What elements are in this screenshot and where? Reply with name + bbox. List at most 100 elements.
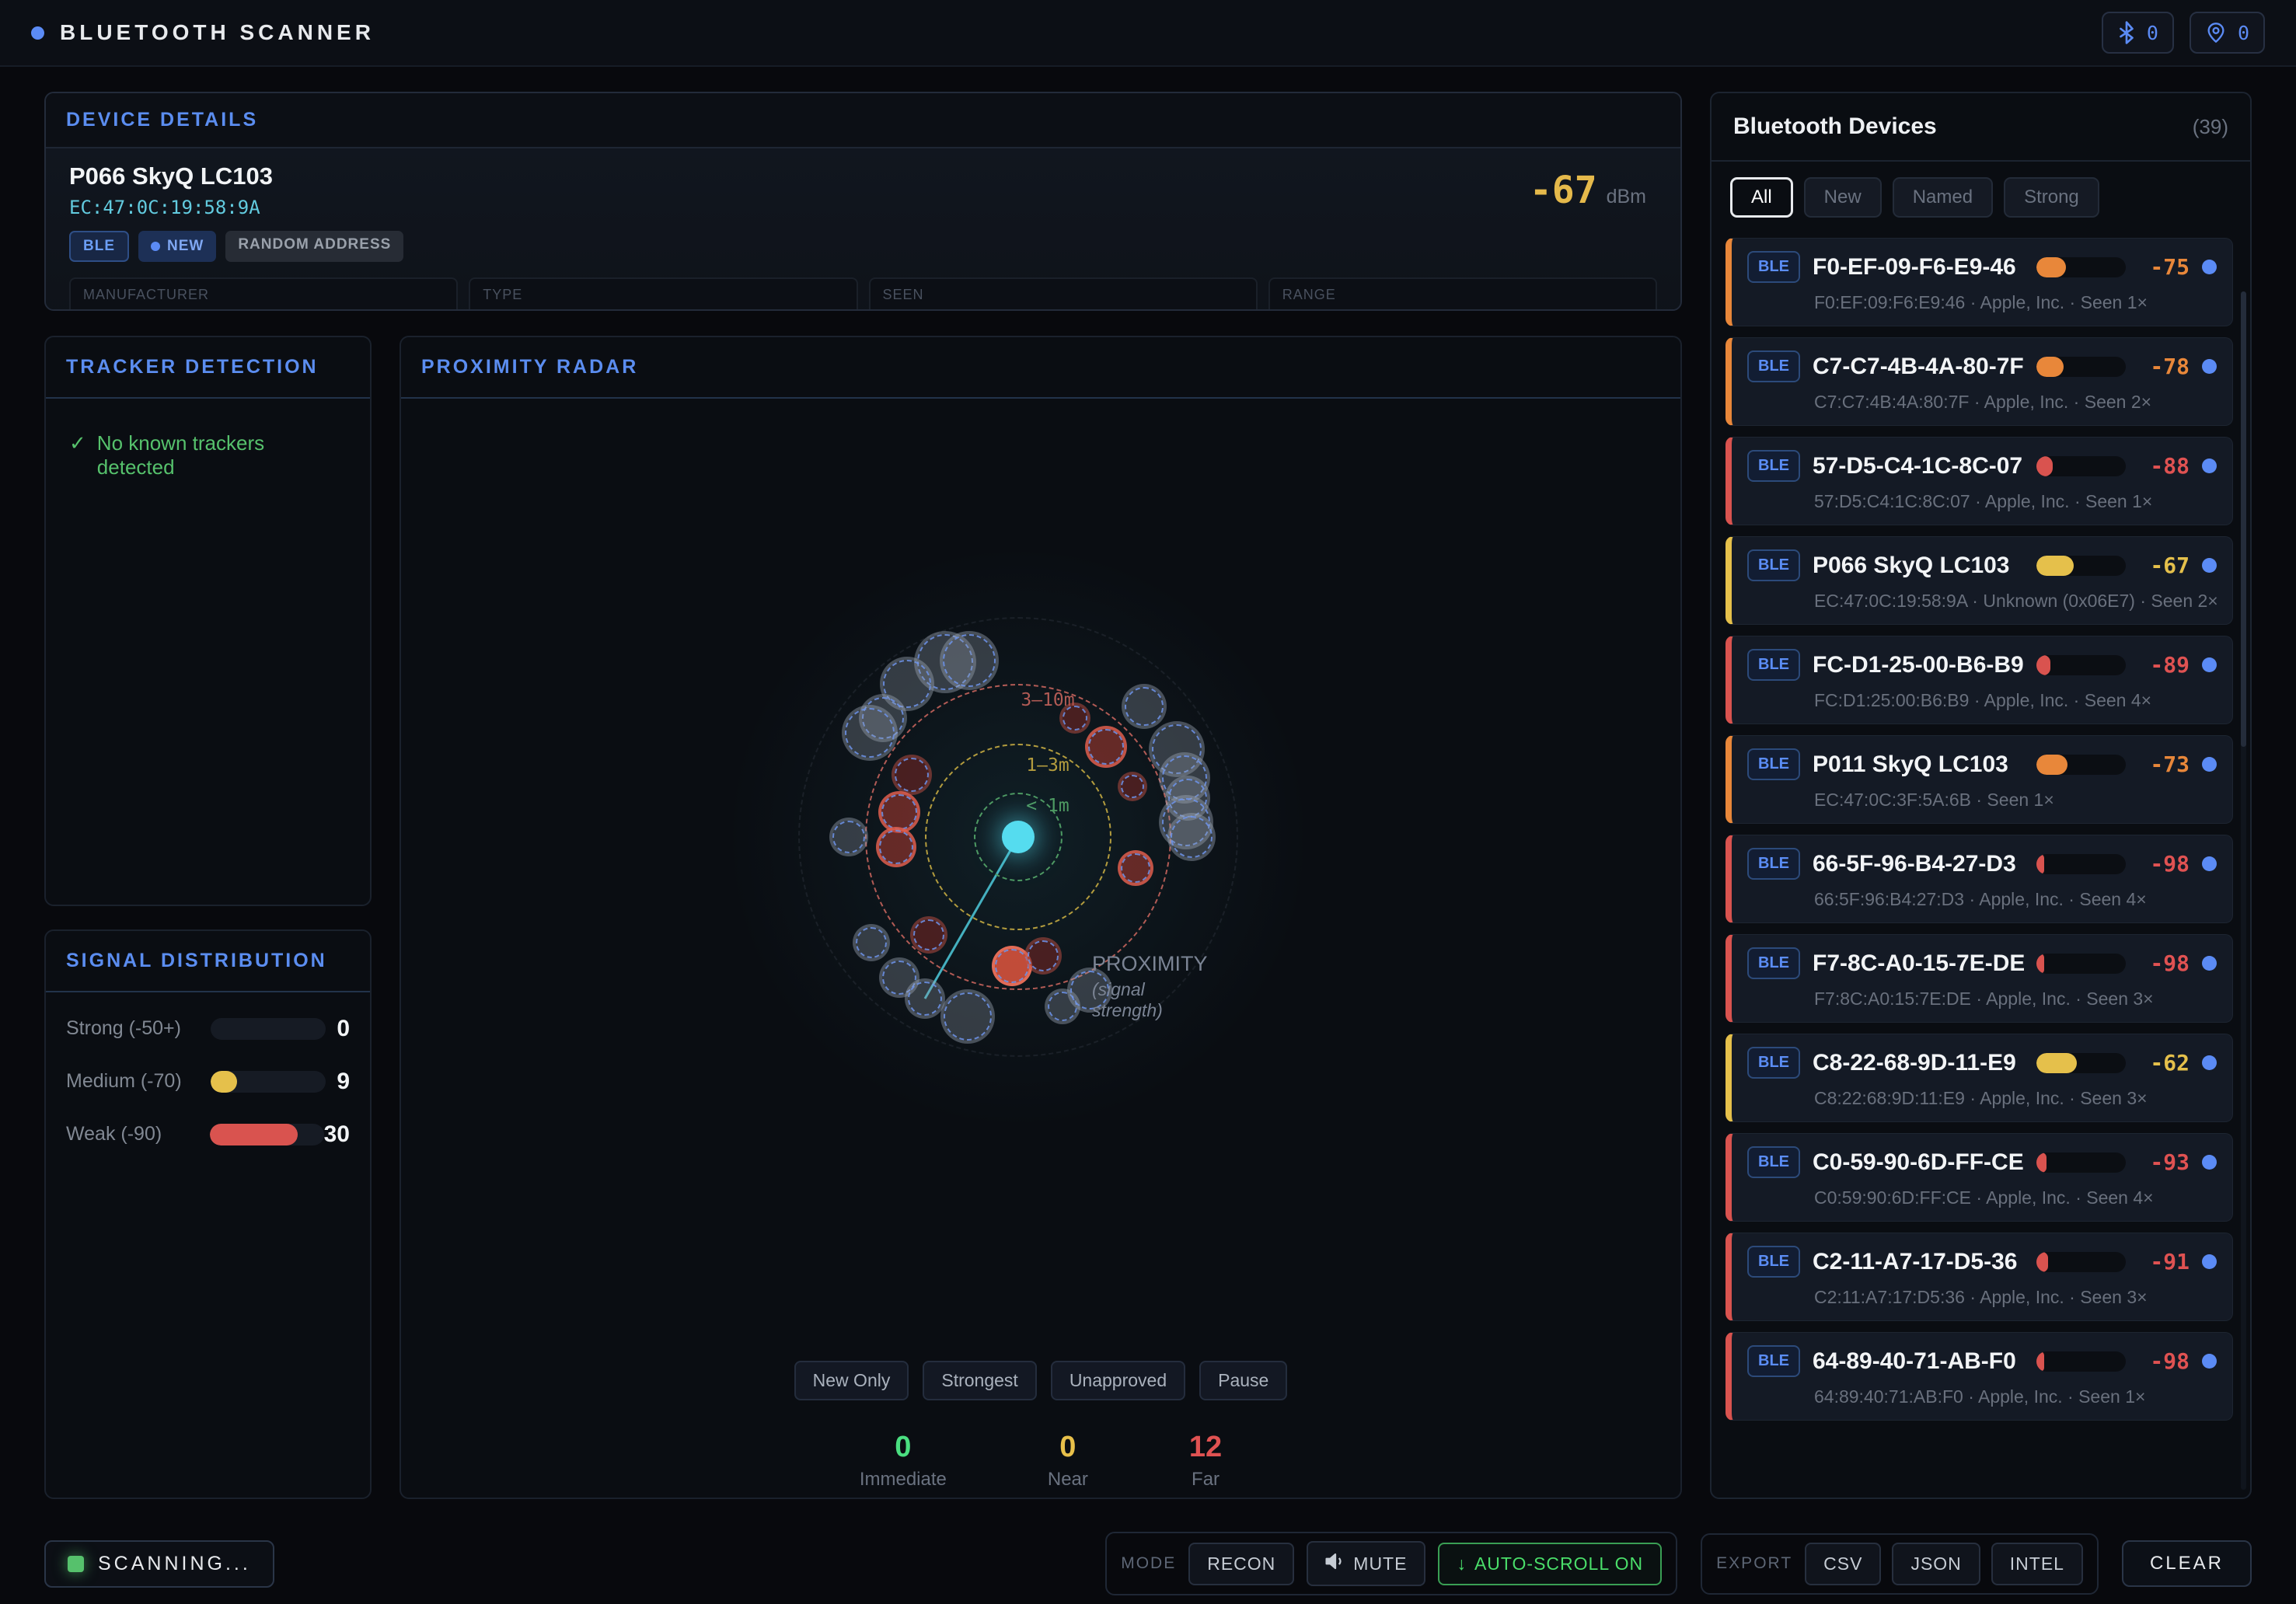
scanning-text: SCANNING... — [98, 1553, 251, 1575]
field-value: -- — [83, 308, 444, 311]
radar-device-dot[interactable] — [913, 919, 944, 950]
device-badges: BLENEWRANDOM ADDRESS — [69, 231, 1657, 262]
device-list-item[interactable]: BLE57-D5-C4-1C-8C-07-8857:D5:C4:1C:8C:07… — [1725, 437, 2233, 525]
radar-button-new-only[interactable]: New Only — [794, 1361, 909, 1400]
device-list-item[interactable]: BLEFC-D1-25-00-B6-B9-89FC:D1:25:00:B6:B9… — [1725, 636, 2233, 724]
signal-bar-fill — [2036, 1053, 2077, 1073]
signal-row-value: 9 — [326, 1069, 350, 1095]
device-list-item[interactable]: BLEP066 SkyQ LC103-67EC:47:0C:19:58:9A ·… — [1725, 536, 2233, 625]
signal-bar-track — [2036, 655, 2126, 675]
signal-bar-track — [2036, 556, 2126, 576]
device-row: BLEC2-11-A7-17-D5-36-91 — [1747, 1246, 2217, 1278]
signal-bar-fill — [210, 1124, 298, 1145]
device-name: 66-5F-96-B4-27-D3 — [1813, 851, 2024, 877]
tracker-status: ✓ No known trackers detected — [46, 399, 370, 512]
top-bar: BLUETOOTH SCANNER 0 0 — [0, 0, 2296, 67]
radar-device-dot[interactable] — [1125, 687, 1164, 726]
signal-bar-track — [2036, 357, 2126, 377]
radar-button-pause[interactable]: Pause — [1199, 1361, 1287, 1400]
filter-tab-strong[interactable]: Strong — [2004, 177, 2099, 218]
scrollbar-thumb[interactable] — [2241, 291, 2246, 747]
radar-device-dot[interactable] — [1121, 775, 1144, 798]
radar-device-dot[interactable] — [944, 992, 992, 1041]
proximity-count-label: Far — [1189, 1469, 1222, 1491]
new-dot-icon — [151, 242, 160, 251]
radar-device-dot[interactable] — [1063, 706, 1087, 731]
device-list-item[interactable]: BLEP011 SkyQ LC103-73EC:47:0C:3F:5A:6B ·… — [1725, 735, 2233, 824]
radar-device-dot[interactable] — [995, 949, 1029, 983]
export-csv-button[interactable]: CSV — [1805, 1543, 1881, 1585]
clear-button[interactable]: CLEAR — [2122, 1540, 2252, 1587]
location-count-badge[interactable]: 0 — [2190, 12, 2265, 54]
filter-tab-all[interactable]: All — [1730, 177, 1793, 218]
scanner-center-dot — [1002, 821, 1035, 853]
device-status-dot — [2202, 459, 2217, 473]
signal-row: Strong (-50+)0 — [66, 1016, 350, 1042]
signal-bar-fill — [2036, 556, 2074, 576]
device-list-item[interactable]: BLEC8-22-68-9D-11-E9-62C8:22:68:9D:11:E9… — [1725, 1034, 2233, 1122]
radar-device-dot[interactable] — [1171, 816, 1213, 858]
bluetooth-count-badge[interactable]: 0 — [2102, 12, 2174, 54]
device-list-item[interactable]: BLEF7-8C-A0-15-7E-DE-98F7:8C:A0:15:7E:DE… — [1725, 934, 2233, 1023]
check-icon: ✓ — [69, 431, 86, 479]
device-subtext: C2:11:A7:17:D5:36 · Apple, Inc. · Seen 3… — [1814, 1287, 2217, 1308]
radar-device-dot[interactable] — [943, 634, 996, 687]
signal-rows: Strong (-50+)0Medium (-70)9Weak (-90)30 — [46, 992, 370, 1171]
device-badge-ble: BLE — [69, 231, 129, 262]
radar-device-dot[interactable] — [1121, 853, 1150, 883]
ble-badge: BLE — [1747, 1246, 1800, 1278]
mode-label: MODE — [1121, 1554, 1176, 1573]
proximity-count-far: 12 Far — [1189, 1431, 1222, 1491]
scanning-indicator-icon — [68, 1556, 84, 1572]
device-field-manufacturer: MANUFACTURER -- — [69, 277, 458, 311]
device-list-item[interactable]: BLE66-5F-96-B4-27-D3-9866:5F:96:B4:27:D3… — [1725, 835, 2233, 923]
device-subtext: C7:C7:4B:4A:80:7F · Apple, Inc. · Seen 2… — [1814, 392, 2217, 413]
autoscroll-toggle[interactable]: ↓ AUTO-SCROLL ON — [1438, 1543, 1662, 1585]
filter-tab-named[interactable]: Named — [1893, 177, 1993, 218]
device-list-item[interactable]: BLEC7-C7-4B-4A-80-7F-78C7:C7:4B:4A:80:7F… — [1725, 337, 2233, 426]
proximity-count-value: 12 — [1189, 1431, 1222, 1464]
radar-device-dot[interactable] — [856, 927, 887, 958]
export-label: EXPORT — [1716, 1554, 1792, 1573]
device-name: C2-11-A7-17-D5-36 — [1813, 1249, 2024, 1275]
radar-button-unapproved[interactable]: Unapproved — [1051, 1361, 1185, 1400]
radar-device-dot[interactable] — [1028, 940, 1059, 971]
device-rssi: -93 — [2138, 1149, 2190, 1175]
device-name: C0-59-90-6D-FF-CE — [1813, 1149, 2024, 1176]
device-name: 57-D5-C4-1C-8C-07 — [1813, 453, 2024, 479]
radar-device-dot[interactable] — [881, 794, 917, 830]
radar-device-dot[interactable] — [895, 758, 929, 792]
signal-bar-fill — [2036, 257, 2066, 277]
device-row: BLEC8-22-68-9D-11-E9-62 — [1747, 1047, 2217, 1079]
radar-device-dot[interactable] — [1088, 729, 1124, 765]
signal-bar-fill — [2036, 854, 2044, 874]
device-list-item[interactable]: BLEF0-EF-09-F6-E9-46-75F0:EF:09:F6:E9:46… — [1725, 238, 2233, 326]
filter-tab-new[interactable]: New — [1804, 177, 1882, 218]
radar-device-dot[interactable] — [845, 708, 895, 758]
mode-recon-button[interactable]: RECON — [1188, 1543, 1294, 1585]
device-list-item[interactable]: BLEC0-59-90-6D-FF-CE-93C0:59:90:6D:FF:CE… — [1725, 1133, 2233, 1222]
radar-device-dot[interactable] — [908, 982, 942, 1016]
export-intel-button[interactable]: INTEL — [1991, 1543, 2083, 1585]
device-list-item[interactable]: BLEC2-11-A7-17-D5-36-91C2:11:A7:17:D5:36… — [1725, 1233, 2233, 1321]
signal-bar-fill — [2036, 1252, 2048, 1272]
device-list-item[interactable]: BLE64-89-40-71-AB-F0-9864:89:40:71:AB:F0… — [1725, 1332, 2233, 1421]
export-json-button[interactable]: JSON — [1892, 1543, 1980, 1585]
mute-button[interactable]: MUTE — [1307, 1541, 1425, 1586]
mute-label: MUTE — [1353, 1553, 1407, 1574]
radar-button-strongest[interactable]: Strongest — [923, 1361, 1036, 1400]
speaker-icon — [1325, 1552, 1345, 1575]
signal-bar-track — [2036, 854, 2126, 874]
device-list-scrollbar[interactable] — [2241, 291, 2246, 1490]
radar-device-dot[interactable] — [879, 830, 913, 864]
signal-bar-fill — [2036, 357, 2064, 377]
app-brand: BLUETOOTH SCANNER — [31, 20, 375, 45]
device-status-dot — [2202, 558, 2217, 573]
radar-center-caption: PROXIMITY (signal strength) — [1092, 952, 1208, 1021]
signal-row-value: 0 — [326, 1016, 350, 1042]
field-label: MANUFACTURER — [83, 287, 444, 303]
radar-proximity-counts: 0Immediate0Near12Far — [401, 1431, 1680, 1491]
device-subtext: C0:59:90:6D:FF:CE · Apple, Inc. · Seen 4… — [1814, 1187, 2217, 1208]
status-bar: SCANNING... MODE RECON MUTE ↓ AUTO-SCROL… — [44, 1533, 2252, 1595]
radar-device-dot[interactable] — [832, 821, 865, 853]
